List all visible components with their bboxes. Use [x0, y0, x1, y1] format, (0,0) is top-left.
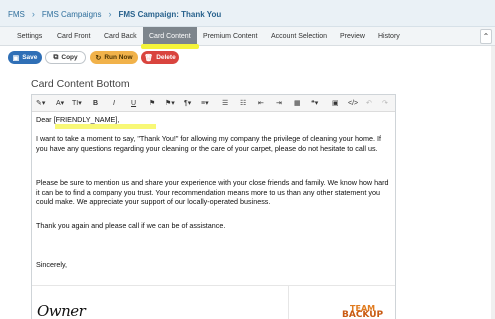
- tab-card-front[interactable]: Card Front: [57, 27, 90, 46]
- bold-icon[interactable]: B: [93, 99, 98, 108]
- code-view-icon[interactable]: </>: [348, 99, 358, 108]
- tab-settings[interactable]: Settings: [17, 27, 42, 46]
- brush-icon[interactable]: ⚑▾: [165, 99, 175, 108]
- letter-greeting: Dear [FRIENDLY_NAME],: [36, 115, 120, 124]
- run-now-button[interactable]: ↻ Run Now: [90, 51, 138, 64]
- editor-toolbar: ✎▾ A▾ TI▾ B I U ⚑ ⚑▾ ¶▾ ≡▾ ☰ ☷ ⇤ ⇥ ▦ ❝▾ …: [32, 95, 395, 112]
- signature-image: Owner: [37, 302, 86, 319]
- tab-card-back[interactable]: Card Back: [104, 27, 137, 46]
- letter-paragraph-3: Thank you again and please call if we ca…: [36, 221, 226, 230]
- save-button[interactable]: ▣ Save: [8, 51, 42, 64]
- signature-divider: [32, 285, 395, 286]
- refresh-icon: ↻: [95, 54, 102, 62]
- quote-icon[interactable]: ❝▾: [311, 99, 318, 108]
- tab-highlight-mark: [141, 44, 199, 49]
- tab-bar: Settings Card Front Card Back Card Conte…: [0, 27, 495, 46]
- letter-paragraph-2: Please be sure to mention us and share y…: [36, 178, 389, 207]
- ink-icon[interactable]: ⚑: [149, 99, 155, 108]
- table-icon[interactable]: ▦: [294, 99, 301, 108]
- page-scrollbar[interactable]: [491, 46, 495, 319]
- save-label: Save: [22, 54, 38, 61]
- friendly-name-highlight: [55, 124, 156, 129]
- font-size-icon[interactable]: TI▾: [72, 99, 82, 108]
- underline-icon[interactable]: U: [131, 99, 136, 108]
- signature-column-divider: [288, 285, 289, 319]
- paragraph-icon[interactable]: ¶▾: [184, 99, 191, 108]
- tab-scroll-up-icon[interactable]: ⌃: [480, 29, 492, 44]
- redo-icon[interactable]: ↷: [382, 99, 388, 108]
- tab-premium-content[interactable]: Premium Content: [203, 27, 257, 46]
- breadcrumb-item-current: FMS Campaign: Thank You: [118, 9, 222, 19]
- unordered-list-icon[interactable]: ☰: [222, 99, 228, 108]
- undo-icon[interactable]: ↶: [366, 99, 372, 108]
- delete-label: Delete: [156, 54, 176, 61]
- italic-icon[interactable]: I: [113, 99, 115, 108]
- section-title: Card Content Bottom: [31, 78, 130, 90]
- tab-account-selection[interactable]: Account Selection: [271, 27, 327, 46]
- tab-preview[interactable]: Preview: [340, 27, 365, 46]
- breadcrumb-separator: ›: [108, 9, 112, 19]
- top-bar: FMS › FMS Campaigns › FMS Campaign: Than…: [0, 0, 495, 27]
- copy-label: Copy: [61, 54, 78, 61]
- image-icon[interactable]: ▣: [332, 99, 339, 108]
- style-icon[interactable]: ✎▾: [36, 99, 45, 108]
- ordered-list-icon[interactable]: ☷: [240, 99, 246, 108]
- copy-button[interactable]: ⧉ Copy: [45, 51, 86, 64]
- logo-line-2: BACKUP: [342, 310, 384, 319]
- save-icon: ▣: [12, 54, 20, 62]
- run-now-label: Run Now: [104, 54, 133, 61]
- letter-paragraph-1: I want to take a moment to say, "Thank Y…: [36, 134, 381, 153]
- indent-icon[interactable]: ⇥: [276, 99, 282, 108]
- align-icon[interactable]: ≡▾: [201, 99, 209, 108]
- tab-history[interactable]: History: [378, 27, 400, 46]
- breadcrumb-item-fms[interactable]: FMS: [8, 10, 25, 19]
- rich-text-editor[interactable]: ✎▾ A▾ TI▾ B I U ⚑ ⚑▾ ¶▾ ≡▾ ☰ ☷ ⇤ ⇥ ▦ ❝▾ …: [31, 94, 396, 319]
- copy-icon: ⧉: [53, 53, 59, 61]
- breadcrumb-separator: ›: [31, 9, 35, 19]
- trash-icon: 🗑: [144, 54, 154, 62]
- letter-closing: Sincerely,: [36, 260, 68, 269]
- font-family-icon[interactable]: A▾: [56, 99, 64, 108]
- delete-button[interactable]: 🗑 Delete: [141, 51, 179, 64]
- outdent-icon[interactable]: ⇤: [258, 99, 264, 108]
- breadcrumb: FMS › FMS Campaigns › FMS Campaign: Than…: [8, 9, 221, 19]
- breadcrumb-item-fms-campaigns[interactable]: FMS Campaigns: [42, 10, 102, 19]
- company-logo: TEAM BACKUP: [342, 305, 383, 319]
